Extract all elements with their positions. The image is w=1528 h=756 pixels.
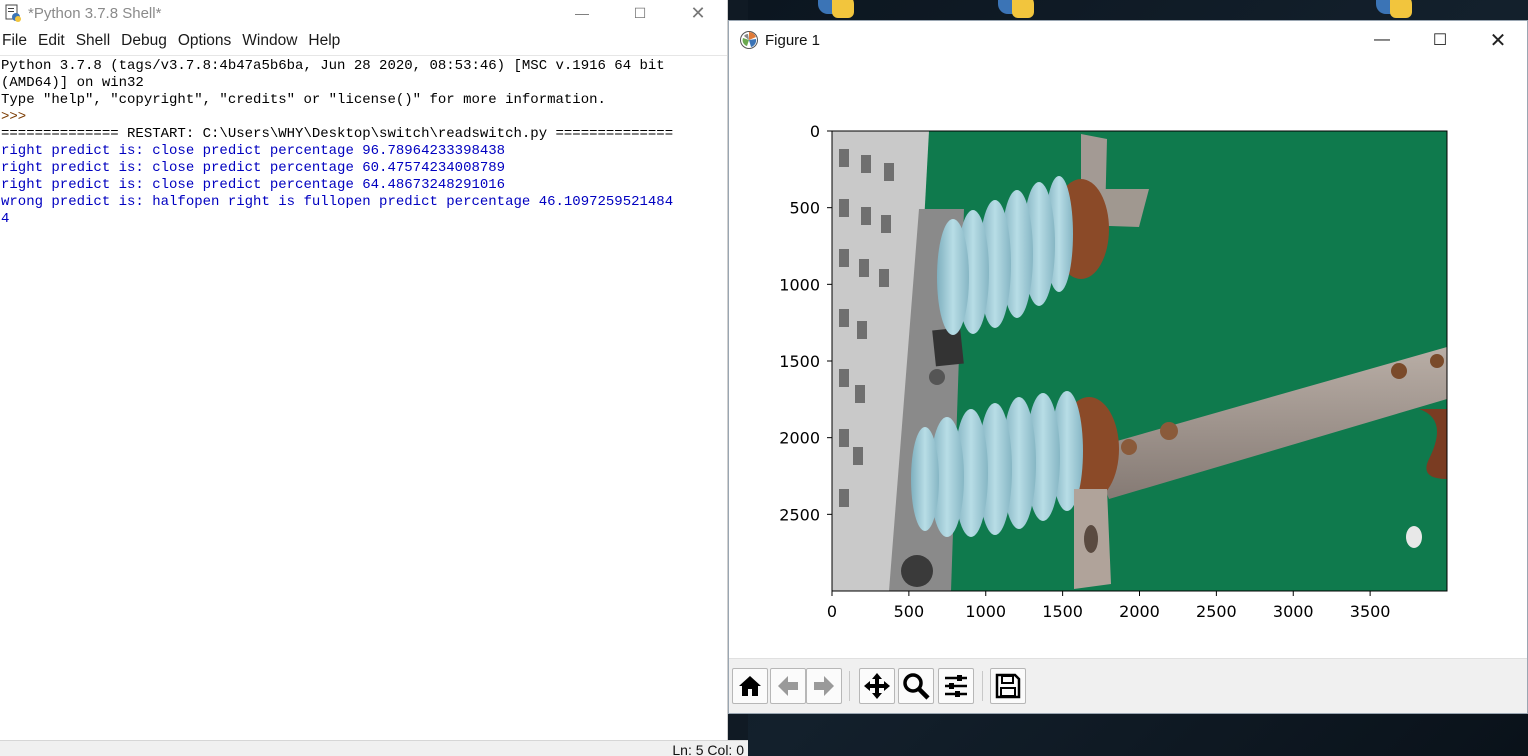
x-tick-label: 1000 — [965, 602, 1006, 621]
menu-edit[interactable]: Edit — [38, 32, 71, 50]
y-tick-label: 2000 — [779, 429, 820, 448]
menu-bar: File Edit Shell Debug Options Window Hel… — [0, 26, 727, 56]
console-banner-line: (AMD64)] on win32 — [1, 75, 144, 91]
shell-window-title: *Python 3.7.8 Shell* — [28, 4, 162, 22]
save-disk-icon[interactable] — [990, 668, 1026, 704]
shell-console[interactable]: Python 3.7.8 (tags/v3.7.8:4b47a5b6ba, Ju… — [0, 56, 727, 228]
menu-debug[interactable]: Debug — [121, 32, 173, 50]
figure-titlebar[interactable]: Figure 1 — ☐ ✕ — [729, 21, 1527, 59]
subplots-config-icon[interactable] — [938, 668, 974, 704]
y-tick-label: 1500 — [779, 352, 820, 371]
console-output-line: 4 — [1, 211, 10, 227]
figure-window-title: Figure 1 — [765, 31, 821, 49]
maximize-icon[interactable]: ☐ — [1411, 21, 1469, 59]
menu-file[interactable]: File — [2, 32, 33, 50]
y-axis: 0 500 1000 1500 2000 2500 — [779, 122, 832, 524]
idle-shell-window: *Python 3.7.8 Shell* — ☐ ✕ File Edit She… — [0, 0, 728, 756]
console-prompt: >>> — [1, 109, 35, 125]
figure-canvas[interactable]: 0 500 1000 1500 2000 2500 3000 3500 0 500 1000 150… — [729, 59, 1527, 659]
menu-shell[interactable]: Shell — [76, 32, 116, 50]
console-restart-line: ============== RESTART: C:\Users\WHY\Des… — [1, 126, 674, 142]
close-icon[interactable]: ✕ — [669, 0, 727, 26]
x-axis: 0 500 1000 1500 2000 2500 3000 3500 — [827, 591, 1391, 621]
x-tick-label: 3000 — [1273, 602, 1314, 621]
cursor-position: Ln: 5 Col: 0 — [672, 742, 744, 756]
python-desktop-icon[interactable] — [1368, 0, 1416, 20]
figure-window: Figure 1 — ☐ ✕ 0 500 1000 1500 2000 2500… — [728, 20, 1528, 714]
minimize-icon[interactable]: — — [553, 0, 611, 26]
y-tick-label: 2500 — [779, 505, 820, 524]
x-tick-label: 2000 — [1119, 602, 1160, 621]
menu-options[interactable]: Options — [178, 32, 237, 50]
x-tick-label: 0 — [827, 602, 837, 621]
zoom-magnifier-icon[interactable] — [898, 668, 934, 704]
close-icon[interactable]: ✕ — [1469, 21, 1527, 59]
maximize-icon[interactable]: ☐ — [611, 0, 669, 26]
python-desktop-icon[interactable] — [990, 0, 1038, 20]
console-banner-line: Type "help", "copyright", "credits" or "… — [1, 92, 606, 108]
menu-help[interactable]: Help — [308, 32, 346, 50]
x-tick-label: 500 — [894, 602, 925, 621]
x-tick-label: 3500 — [1350, 602, 1391, 621]
console-output-line: right predict is: close predict percenta… — [1, 160, 506, 176]
forward-arrow-icon[interactable] — [806, 668, 842, 704]
y-tick-label: 500 — [789, 199, 820, 218]
y-tick-label: 1000 — [779, 275, 820, 294]
shell-status-bar: Ln: 5 Col: 0 — [0, 740, 748, 756]
python-desktop-icon[interactable] — [810, 0, 858, 20]
console-output-line: right predict is: close predict percenta… — [1, 177, 506, 193]
pan-move-icon[interactable] — [859, 668, 895, 704]
shell-titlebar[interactable]: *Python 3.7.8 Shell* — ☐ ✕ — [0, 0, 727, 26]
home-icon[interactable] — [732, 668, 768, 704]
idle-app-icon — [4, 4, 22, 22]
y-tick-label: 0 — [810, 122, 820, 141]
menu-window[interactable]: Window — [242, 32, 303, 50]
image-display — [832, 131, 1447, 591]
console-output-line: right predict is: close predict percenta… — [1, 143, 506, 159]
x-tick-label: 2500 — [1196, 602, 1237, 621]
figure-toolbar — [729, 658, 1527, 713]
back-arrow-icon[interactable] — [770, 668, 806, 704]
x-tick-label: 1500 — [1042, 602, 1083, 621]
minimize-icon[interactable]: — — [1353, 21, 1411, 59]
console-banner-line: Python 3.7.8 (tags/v3.7.8:4b47a5b6ba, Ju… — [1, 58, 665, 74]
matplotlib-logo-icon — [740, 31, 758, 49]
console-output-line: wrong predict is: halfopen right is full… — [1, 194, 674, 210]
